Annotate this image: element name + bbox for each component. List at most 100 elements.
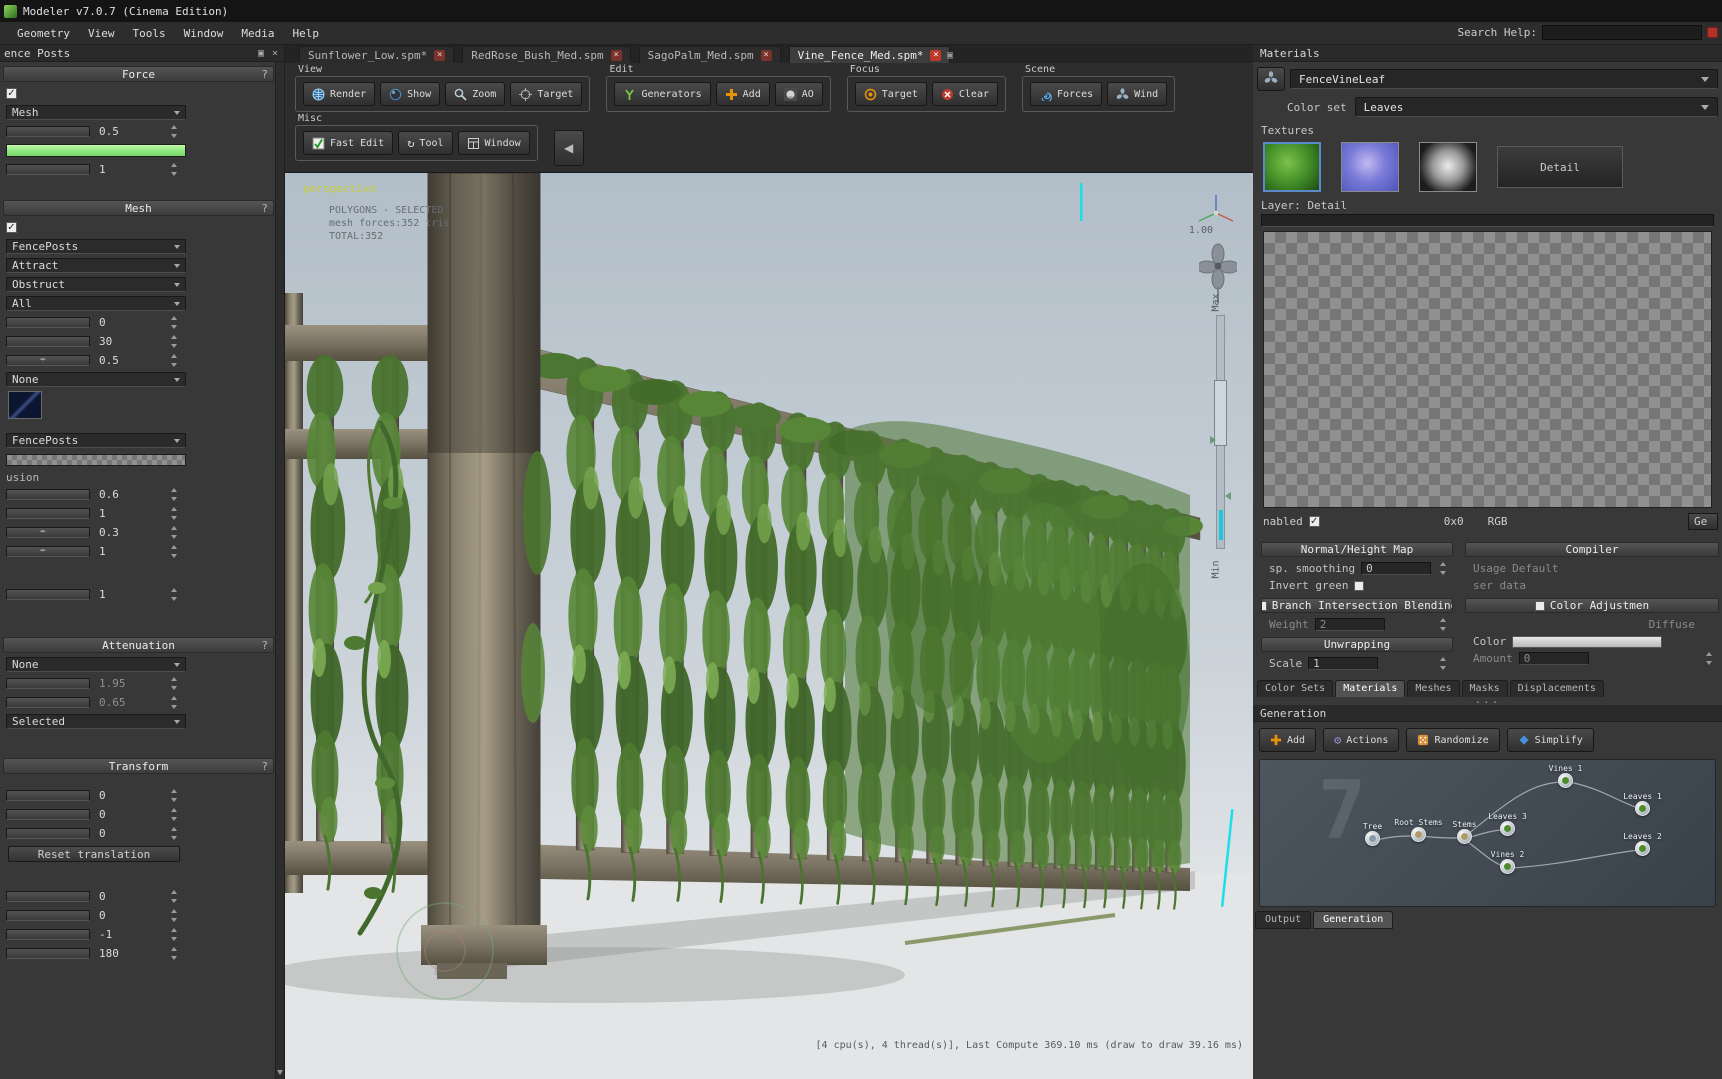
- value-spinner[interactable]: [1438, 561, 1449, 576]
- show-button[interactable]: Show: [380, 82, 440, 106]
- dock-icon[interactable]: ▣: [256, 48, 266, 59]
- value-spinner[interactable]: [169, 946, 180, 961]
- translate-z-slider[interactable]: [6, 828, 90, 839]
- tab-sunflower[interactable]: Sunflower_Low.spm* ×: [299, 46, 454, 63]
- tab-close-icon[interactable]: ×: [611, 50, 622, 61]
- attenuation-selected-dropdown[interactable]: Selected: [6, 714, 186, 729]
- help-icon[interactable]: ?: [261, 760, 268, 773]
- node-tree[interactable]: Tree: [1365, 831, 1380, 846]
- tab-close-icon[interactable]: ×: [761, 50, 772, 61]
- node-leaves-1[interactable]: Leaves 1: [1635, 801, 1650, 816]
- rotate-w-slider[interactable]: [6, 948, 90, 959]
- wind-button[interactable]: Wind: [1107, 82, 1167, 106]
- rotate-z-slider[interactable]: [6, 929, 90, 940]
- search-help-input[interactable]: [1542, 25, 1702, 40]
- mesh-mode-dropdown[interactable]: Attract: [6, 258, 186, 273]
- rotate-y-slider[interactable]: [6, 910, 90, 921]
- menu-geometry[interactable]: Geometry: [8, 24, 79, 43]
- color-swatch[interactable]: [1512, 636, 1662, 648]
- branch-blending-checkbox[interactable]: [1261, 601, 1267, 611]
- texture-preview-area[interactable]: [1263, 231, 1712, 508]
- attenuation-slider-2[interactable]: [6, 697, 90, 708]
- zoom-button[interactable]: Zoom: [445, 82, 505, 106]
- value-spinner[interactable]: [169, 334, 180, 349]
- value-spinner[interactable]: [1438, 617, 1449, 632]
- camera-mode-label[interactable]: perspective: [303, 182, 376, 195]
- value-spinner[interactable]: [169, 315, 180, 330]
- menu-tools[interactable]: Tools: [123, 24, 174, 43]
- attenuation-dropdown[interactable]: None: [6, 657, 186, 672]
- value-spinner[interactable]: [169, 525, 180, 540]
- tab-sagopalm[interactable]: SagoPalm_Med.spm ×: [639, 46, 781, 63]
- value-spinner[interactable]: [169, 124, 180, 139]
- mesh-scale-slider[interactable]: [6, 589, 90, 600]
- generation-randomize-button[interactable]: Randomize: [1406, 728, 1499, 752]
- mesh-angle-slider[interactable]: [6, 336, 90, 347]
- value-spinner[interactable]: [169, 908, 180, 923]
- generation-simplify-button[interactable]: Simplify: [1507, 728, 1594, 752]
- texture-thumb-detail[interactable]: Detail: [1497, 146, 1623, 188]
- render-button[interactable]: Render: [303, 82, 375, 106]
- window-button[interactable]: Window: [458, 131, 530, 155]
- invert-green-checkbox[interactable]: [1354, 581, 1364, 591]
- help-icon[interactable]: ?: [261, 202, 268, 215]
- mesh-fenceposts-dropdown[interactable]: FencePosts: [6, 433, 186, 448]
- value-spinner[interactable]: [169, 826, 180, 841]
- value-spinner[interactable]: [169, 487, 180, 502]
- occlusion-slider-3[interactable]: [6, 527, 90, 538]
- section-header-mesh[interactable]: Mesh ?: [3, 200, 274, 216]
- mesh-selection-dropdown[interactable]: All: [6, 296, 186, 311]
- left-panel-scrollbar[interactable]: [275, 62, 284, 1079]
- value-spinner[interactable]: [169, 927, 180, 942]
- rotate-x-slider[interactable]: [6, 891, 90, 902]
- section-header-attenuation[interactable]: Attenuation ?: [3, 637, 274, 653]
- tab-displacements[interactable]: Displacements: [1510, 680, 1604, 697]
- color-set-dropdown[interactable]: Leaves: [1355, 97, 1718, 117]
- force-strength-slider[interactable]: [6, 126, 90, 137]
- node-vines-1[interactable]: Vines 1: [1558, 773, 1573, 788]
- section-header-force[interactable]: Force ?: [3, 66, 274, 82]
- menu-window[interactable]: Window: [175, 24, 233, 43]
- tab-generation[interactable]: Generation: [1313, 911, 1393, 929]
- tab-materials[interactable]: Materials: [1335, 680, 1405, 697]
- scale-field[interactable]: 1: [1308, 657, 1378, 670]
- tab-redrose[interactable]: RedRose_Bush_Med.spm ×: [462, 46, 630, 63]
- view-target-button[interactable]: Target: [510, 82, 582, 106]
- value-spinner[interactable]: [1704, 651, 1715, 666]
- weight-field[interactable]: 2: [1315, 618, 1385, 631]
- value-spinner[interactable]: [169, 162, 180, 177]
- tab-meshes[interactable]: Meshes: [1407, 680, 1459, 697]
- material-select-dropdown[interactable]: FenceVineLeaf: [1290, 69, 1718, 89]
- generation-node-graph[interactable]: 7 Tree Root Stems Stems Leaves 3 Vines 1…: [1259, 759, 1716, 907]
- value-spinner[interactable]: [1438, 656, 1449, 671]
- wind-strength-slider[interactable]: Max Min: [1209, 289, 1231, 579]
- back-button[interactable]: ◀: [554, 130, 584, 166]
- texture-thumb-alpha[interactable]: [1419, 142, 1477, 192]
- node-vines-2[interactable]: Vines 2: [1500, 859, 1515, 874]
- amount-field[interactable]: 0: [1519, 652, 1589, 665]
- tab-list-icon[interactable]: ▣: [947, 50, 953, 61]
- value-spinner[interactable]: [169, 889, 180, 904]
- close-icon[interactable]: ×: [270, 48, 280, 59]
- color-adjustment-checkbox[interactable]: [1535, 601, 1545, 611]
- generate-button[interactable]: Ge: [1688, 513, 1718, 530]
- mesh-texture-thumbnail[interactable]: [8, 391, 42, 419]
- tab-output[interactable]: Output: [1255, 911, 1311, 929]
- forces-button[interactable]: Forces: [1030, 82, 1102, 106]
- attenuation-slider-1[interactable]: [6, 678, 90, 689]
- tool-button[interactable]: ↻ Tool: [398, 131, 452, 155]
- translate-x-slider[interactable]: [6, 790, 90, 801]
- occlusion-slider-2[interactable]: [6, 508, 90, 519]
- value-spinner[interactable]: [169, 695, 180, 710]
- section-header-transform[interactable]: Transform ?: [3, 758, 274, 774]
- mesh-obstruct-dropdown[interactable]: Obstruct: [6, 277, 186, 292]
- search-help-icon[interactable]: [1707, 27, 1718, 38]
- force-enabled-checkbox[interactable]: [6, 88, 17, 99]
- splitter-handle[interactable]: ...: [1253, 697, 1722, 705]
- tab-color-sets[interactable]: Color Sets: [1257, 680, 1333, 697]
- occlusion-slider-1[interactable]: [6, 489, 90, 500]
- help-icon[interactable]: ?: [261, 639, 268, 652]
- add-button[interactable]: Add: [716, 82, 770, 106]
- tab-vine-fence[interactable]: Vine_Fence_Med.spm* ×: [789, 46, 951, 63]
- texture-thumb-diffuse[interactable]: [1263, 142, 1321, 192]
